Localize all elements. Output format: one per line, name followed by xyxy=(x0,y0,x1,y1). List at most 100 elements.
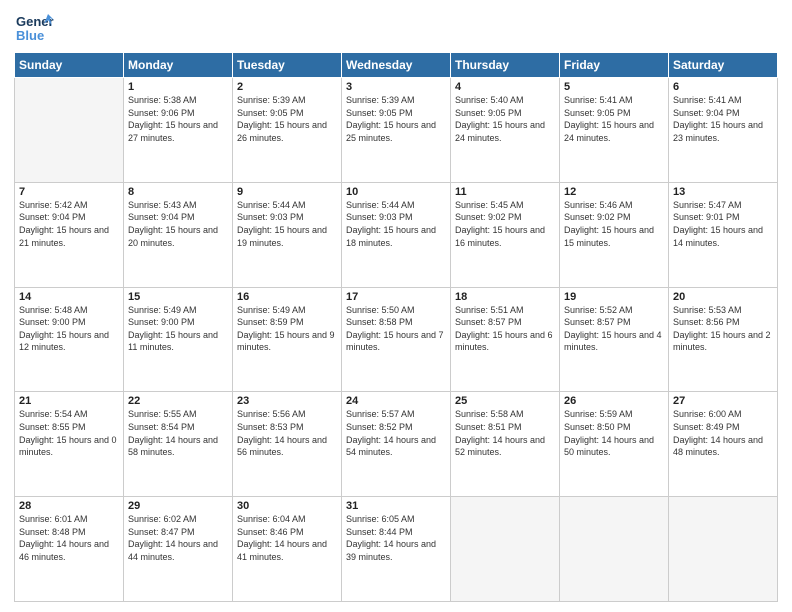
calendar-cell xyxy=(560,497,669,602)
calendar-cell: 16 Sunrise: 5:49 AMSunset: 8:59 PMDaylig… xyxy=(233,287,342,392)
calendar-week-5: 28 Sunrise: 6:01 AMSunset: 8:48 PMDaylig… xyxy=(15,497,778,602)
day-number: 26 xyxy=(564,395,664,407)
day-number: 18 xyxy=(455,291,555,303)
calendar-header-row: SundayMondayTuesdayWednesdayThursdayFrid… xyxy=(15,53,778,78)
day-info: Sunrise: 5:40 AMSunset: 9:05 PMDaylight:… xyxy=(455,94,555,144)
calendar-cell: 20 Sunrise: 5:53 AMSunset: 8:56 PMDaylig… xyxy=(669,287,778,392)
calendar-cell: 15 Sunrise: 5:49 AMSunset: 9:00 PMDaylig… xyxy=(124,287,233,392)
day-info: Sunrise: 5:43 AMSunset: 9:04 PMDaylight:… xyxy=(128,199,228,249)
calendar-week-4: 21 Sunrise: 5:54 AMSunset: 8:55 PMDaylig… xyxy=(15,392,778,497)
day-info: Sunrise: 5:45 AMSunset: 9:02 PMDaylight:… xyxy=(455,199,555,249)
day-info: Sunrise: 5:51 AMSunset: 8:57 PMDaylight:… xyxy=(455,304,555,354)
day-number: 20 xyxy=(673,291,773,303)
day-info: Sunrise: 5:38 AMSunset: 9:06 PMDaylight:… xyxy=(128,94,228,144)
day-info: Sunrise: 5:49 AMSunset: 9:00 PMDaylight:… xyxy=(128,304,228,354)
calendar-cell: 23 Sunrise: 5:56 AMSunset: 8:53 PMDaylig… xyxy=(233,392,342,497)
day-info: Sunrise: 5:44 AMSunset: 9:03 PMDaylight:… xyxy=(237,199,337,249)
calendar-cell: 10 Sunrise: 5:44 AMSunset: 9:03 PMDaylig… xyxy=(342,182,451,287)
day-number: 23 xyxy=(237,395,337,407)
day-info: Sunrise: 5:53 AMSunset: 8:56 PMDaylight:… xyxy=(673,304,773,354)
day-number: 29 xyxy=(128,500,228,512)
day-number: 11 xyxy=(455,186,555,198)
calendar-week-1: 1 Sunrise: 5:38 AMSunset: 9:06 PMDayligh… xyxy=(15,78,778,183)
calendar-cell: 7 Sunrise: 5:42 AMSunset: 9:04 PMDayligh… xyxy=(15,182,124,287)
calendar-cell: 9 Sunrise: 5:44 AMSunset: 9:03 PMDayligh… xyxy=(233,182,342,287)
day-info: Sunrise: 5:59 AMSunset: 8:50 PMDaylight:… xyxy=(564,408,664,458)
calendar-cell: 11 Sunrise: 5:45 AMSunset: 9:02 PMDaylig… xyxy=(451,182,560,287)
calendar-cell: 22 Sunrise: 5:55 AMSunset: 8:54 PMDaylig… xyxy=(124,392,233,497)
day-info: Sunrise: 5:48 AMSunset: 9:00 PMDaylight:… xyxy=(19,304,119,354)
day-number: 14 xyxy=(19,291,119,303)
day-info: Sunrise: 5:52 AMSunset: 8:57 PMDaylight:… xyxy=(564,304,664,354)
day-info: Sunrise: 5:39 AMSunset: 9:05 PMDaylight:… xyxy=(346,94,446,144)
day-number: 24 xyxy=(346,395,446,407)
calendar-cell: 3 Sunrise: 5:39 AMSunset: 9:05 PMDayligh… xyxy=(342,78,451,183)
day-number: 4 xyxy=(455,81,555,93)
day-number: 9 xyxy=(237,186,337,198)
calendar-cell: 14 Sunrise: 5:48 AMSunset: 9:00 PMDaylig… xyxy=(15,287,124,392)
day-number: 2 xyxy=(237,81,337,93)
day-number: 13 xyxy=(673,186,773,198)
day-number: 5 xyxy=(564,81,664,93)
calendar-cell: 2 Sunrise: 5:39 AMSunset: 9:05 PMDayligh… xyxy=(233,78,342,183)
day-number: 28 xyxy=(19,500,119,512)
calendar-header-wednesday: Wednesday xyxy=(342,53,451,78)
calendar-table: SundayMondayTuesdayWednesdayThursdayFrid… xyxy=(14,52,778,602)
day-info: Sunrise: 5:55 AMSunset: 8:54 PMDaylight:… xyxy=(128,408,228,458)
day-info: Sunrise: 6:01 AMSunset: 8:48 PMDaylight:… xyxy=(19,513,119,563)
day-number: 21 xyxy=(19,395,119,407)
calendar-cell: 19 Sunrise: 5:52 AMSunset: 8:57 PMDaylig… xyxy=(560,287,669,392)
day-info: Sunrise: 5:56 AMSunset: 8:53 PMDaylight:… xyxy=(237,408,337,458)
day-number: 15 xyxy=(128,291,228,303)
day-info: Sunrise: 5:46 AMSunset: 9:02 PMDaylight:… xyxy=(564,199,664,249)
page-container: General Blue SundayMondayTuesdayWednesda… xyxy=(0,0,792,612)
day-info: Sunrise: 5:41 AMSunset: 9:05 PMDaylight:… xyxy=(564,94,664,144)
day-info: Sunrise: 6:02 AMSunset: 8:47 PMDaylight:… xyxy=(128,513,228,563)
calendar-header-monday: Monday xyxy=(124,53,233,78)
calendar-cell: 25 Sunrise: 5:58 AMSunset: 8:51 PMDaylig… xyxy=(451,392,560,497)
day-info: Sunrise: 5:57 AMSunset: 8:52 PMDaylight:… xyxy=(346,408,446,458)
day-number: 27 xyxy=(673,395,773,407)
calendar-cell: 5 Sunrise: 5:41 AMSunset: 9:05 PMDayligh… xyxy=(560,78,669,183)
calendar-cell: 31 Sunrise: 6:05 AMSunset: 8:44 PMDaylig… xyxy=(342,497,451,602)
calendar-cell: 4 Sunrise: 5:40 AMSunset: 9:05 PMDayligh… xyxy=(451,78,560,183)
calendar-header-tuesday: Tuesday xyxy=(233,53,342,78)
logo: General Blue xyxy=(14,10,54,46)
day-info: Sunrise: 5:47 AMSunset: 9:01 PMDaylight:… xyxy=(673,199,773,249)
calendar-cell: 24 Sunrise: 5:57 AMSunset: 8:52 PMDaylig… xyxy=(342,392,451,497)
header: General Blue xyxy=(14,10,778,46)
day-number: 30 xyxy=(237,500,337,512)
day-info: Sunrise: 5:49 AMSunset: 8:59 PMDaylight:… xyxy=(237,304,337,354)
day-info: Sunrise: 5:54 AMSunset: 8:55 PMDaylight:… xyxy=(19,408,119,458)
day-info: Sunrise: 5:50 AMSunset: 8:58 PMDaylight:… xyxy=(346,304,446,354)
calendar-cell: 13 Sunrise: 5:47 AMSunset: 9:01 PMDaylig… xyxy=(669,182,778,287)
day-number: 17 xyxy=(346,291,446,303)
calendar-week-2: 7 Sunrise: 5:42 AMSunset: 9:04 PMDayligh… xyxy=(15,182,778,287)
calendar-cell: 8 Sunrise: 5:43 AMSunset: 9:04 PMDayligh… xyxy=(124,182,233,287)
calendar-header-friday: Friday xyxy=(560,53,669,78)
day-number: 22 xyxy=(128,395,228,407)
svg-text:Blue: Blue xyxy=(16,28,44,43)
calendar-week-3: 14 Sunrise: 5:48 AMSunset: 9:00 PMDaylig… xyxy=(15,287,778,392)
calendar-cell: 27 Sunrise: 6:00 AMSunset: 8:49 PMDaylig… xyxy=(669,392,778,497)
calendar-cell: 28 Sunrise: 6:01 AMSunset: 8:48 PMDaylig… xyxy=(15,497,124,602)
day-number: 12 xyxy=(564,186,664,198)
calendar-cell: 29 Sunrise: 6:02 AMSunset: 8:47 PMDaylig… xyxy=(124,497,233,602)
calendar-cell: 21 Sunrise: 5:54 AMSunset: 8:55 PMDaylig… xyxy=(15,392,124,497)
calendar-header-thursday: Thursday xyxy=(451,53,560,78)
day-info: Sunrise: 5:39 AMSunset: 9:05 PMDaylight:… xyxy=(237,94,337,144)
day-number: 1 xyxy=(128,81,228,93)
calendar-header-sunday: Sunday xyxy=(15,53,124,78)
calendar-cell xyxy=(15,78,124,183)
calendar-header-saturday: Saturday xyxy=(669,53,778,78)
day-number: 3 xyxy=(346,81,446,93)
day-number: 6 xyxy=(673,81,773,93)
calendar-cell: 18 Sunrise: 5:51 AMSunset: 8:57 PMDaylig… xyxy=(451,287,560,392)
day-number: 25 xyxy=(455,395,555,407)
calendar-cell xyxy=(451,497,560,602)
calendar-cell: 26 Sunrise: 5:59 AMSunset: 8:50 PMDaylig… xyxy=(560,392,669,497)
day-info: Sunrise: 6:04 AMSunset: 8:46 PMDaylight:… xyxy=(237,513,337,563)
day-number: 31 xyxy=(346,500,446,512)
day-number: 19 xyxy=(564,291,664,303)
calendar-cell: 12 Sunrise: 5:46 AMSunset: 9:02 PMDaylig… xyxy=(560,182,669,287)
